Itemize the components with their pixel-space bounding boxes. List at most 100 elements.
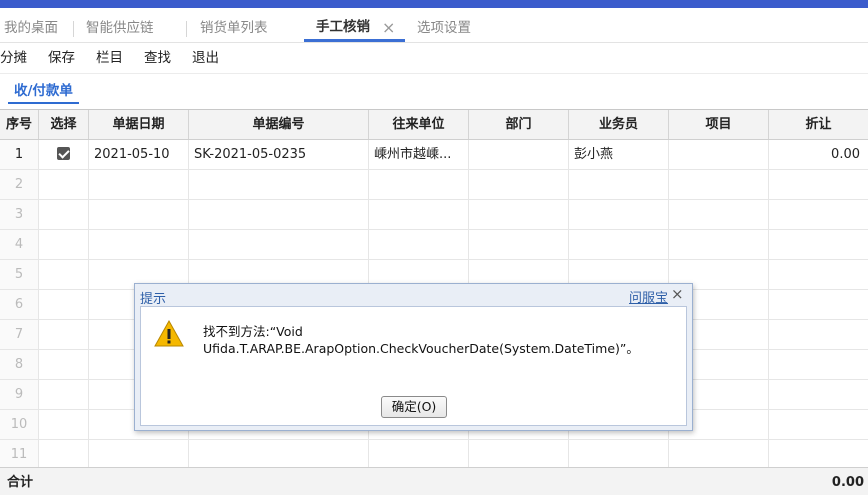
grid-cell[interactable] — [89, 230, 189, 259]
grid-header: 序号 选择 单据日期 单据编号 往来单位 部门 业务员 项目 折让 — [0, 110, 868, 140]
dialog-close-icon[interactable]: × — [671, 285, 684, 303]
split-button[interactable]: 分摊 — [0, 43, 27, 73]
row-select-checkbox[interactable] — [39, 140, 89, 169]
tab-options[interactable]: 选项设置 — [417, 8, 471, 42]
columns-button[interactable]: 栏目 — [96, 43, 123, 73]
grid-cell[interactable] — [189, 230, 369, 259]
col-header-seq[interactable]: 序号 — [0, 110, 39, 139]
cell-staff[interactable]: 彭小燕 — [569, 140, 669, 169]
grid-cell[interactable] — [39, 350, 89, 379]
grid-cell[interactable] — [769, 200, 868, 229]
grid-cell[interactable] — [769, 380, 868, 409]
grid-cell[interactable] — [769, 320, 868, 349]
grid-cell[interactable] — [39, 230, 89, 259]
grid-cell[interactable] — [89, 200, 189, 229]
cell-partner[interactable]: 嵊州市越嵊... — [369, 140, 469, 169]
grid-cell[interactable] — [769, 170, 868, 199]
grid-cell[interactable] — [39, 200, 89, 229]
row-number: 8 — [0, 350, 39, 379]
dialog-title: 提示 — [140, 292, 167, 307]
tab-smart-supply-chain[interactable]: 智能供应链 — [86, 8, 154, 42]
grid-cell[interactable] — [39, 440, 89, 469]
grid-cell[interactable] — [469, 200, 569, 229]
dialog-body: 找不到方法:“Void Ufida.T.ARAP.BE.ArapOption.C… — [140, 306, 687, 426]
grid-cell[interactable] — [569, 440, 669, 469]
table-row[interactable]: 1 2021-05-10 SK-2021-05-0235 嵊州市越嵊... 彭小… — [0, 140, 868, 170]
grid-cell[interactable] — [469, 230, 569, 259]
tab-close-icon[interactable]: × — [382, 8, 395, 42]
grid-cell[interactable] — [39, 260, 89, 289]
toolbar: 分摊 保存 栏目 查找 退出 — [0, 43, 868, 74]
col-header-select[interactable]: 选择 — [39, 110, 89, 139]
col-header-staff[interactable]: 业务员 — [569, 110, 669, 139]
exit-button[interactable]: 退出 — [192, 43, 219, 73]
checkbox-checked-icon[interactable] — [57, 147, 70, 160]
tab-receipt-payment[interactable]: 收/付款单 — [8, 80, 79, 104]
grid-cell[interactable] — [469, 440, 569, 469]
tab-divider — [186, 21, 187, 37]
col-header-discount[interactable]: 折让 — [769, 110, 868, 139]
grid-cell[interactable] — [39, 290, 89, 319]
cell-code[interactable]: SK-2021-05-0235 — [189, 140, 369, 169]
grid-cell[interactable] — [39, 410, 89, 439]
col-header-date[interactable]: 单据日期 — [89, 110, 189, 139]
table-row[interactable]: 4 — [0, 230, 868, 260]
col-header-partner[interactable]: 往来单位 — [369, 110, 469, 139]
row-number: 6 — [0, 290, 39, 319]
ok-button[interactable]: 确定(O) — [381, 396, 447, 418]
dialog-help-link[interactable]: 问服宝 — [629, 287, 668, 306]
tab-sales-list[interactable]: 销货单列表 — [200, 8, 268, 42]
grid-cell[interactable] — [369, 200, 469, 229]
row-number: 11 — [0, 440, 39, 469]
grid-cell[interactable] — [39, 170, 89, 199]
dialog-message: 找不到方法:“Void Ufida.T.ARAP.BE.ArapOption.C… — [203, 323, 639, 357]
find-button[interactable]: 查找 — [144, 43, 171, 73]
grid-cell[interactable] — [369, 440, 469, 469]
grid-cell[interactable] — [39, 380, 89, 409]
grid-cell[interactable] — [669, 230, 769, 259]
grid-cell[interactable] — [469, 170, 569, 199]
cell-discount[interactable]: 0.00 — [769, 140, 868, 169]
grid-cell[interactable] — [669, 170, 769, 199]
grid-cell[interactable] — [369, 230, 469, 259]
table-row[interactable]: 3 — [0, 200, 868, 230]
grid-cell[interactable] — [769, 290, 868, 319]
cell-date[interactable]: 2021-05-10 — [89, 140, 189, 169]
grid-cell[interactable] — [769, 440, 868, 469]
total-row: 合计 0.00 — [0, 467, 868, 495]
grid-cell[interactable] — [769, 260, 868, 289]
grid-cell[interactable] — [769, 230, 868, 259]
grid-cell[interactable] — [569, 170, 669, 199]
table-row[interactable]: 11 — [0, 440, 868, 470]
save-button[interactable]: 保存 — [48, 43, 75, 73]
row-number: 5 — [0, 260, 39, 289]
grid-cell[interactable] — [189, 170, 369, 199]
row-number: 3 — [0, 200, 39, 229]
grid-cell[interactable] — [189, 440, 369, 469]
tab-my-desktop[interactable]: 我的桌面 — [4, 8, 58, 42]
grid-cell[interactable] — [769, 350, 868, 379]
col-header-code[interactable]: 单据编号 — [189, 110, 369, 139]
grid-cell[interactable] — [569, 230, 669, 259]
row-number: 7 — [0, 320, 39, 349]
grid-cell[interactable] — [669, 200, 769, 229]
grid-cell[interactable] — [769, 410, 868, 439]
grid-cell[interactable] — [39, 320, 89, 349]
table-row[interactable]: 2 — [0, 170, 868, 200]
dialog-message-line: Ufida.T.ARAP.BE.ArapOption.CheckVoucherD… — [203, 341, 639, 356]
grid-cell[interactable] — [189, 200, 369, 229]
cell-project[interactable] — [669, 140, 769, 169]
tab-bar: 我的桌面 智能供应链 销货单列表 手工核销 × 选项设置 — [0, 8, 868, 43]
col-header-dept[interactable]: 部门 — [469, 110, 569, 139]
tab-divider — [73, 21, 74, 37]
grid-cell[interactable] — [89, 440, 189, 469]
tab-label: 手工核销 — [316, 19, 370, 35]
grid-cell[interactable] — [569, 200, 669, 229]
grid-cell[interactable] — [369, 170, 469, 199]
total-label: 合计 — [7, 475, 34, 490]
cell-dept[interactable] — [469, 140, 569, 169]
grid-cell[interactable] — [89, 170, 189, 199]
col-header-project[interactable]: 项目 — [669, 110, 769, 139]
grid-cell[interactable] — [669, 440, 769, 469]
row-number: 1 — [0, 140, 39, 169]
